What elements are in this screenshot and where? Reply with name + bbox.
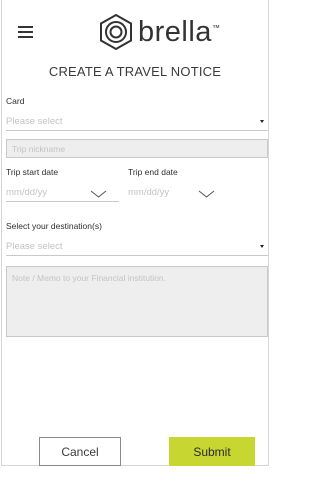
card-select-placeholder: Please select <box>6 116 63 127</box>
trip-nickname-placeholder: Trip nickname <box>12 144 66 154</box>
trip-end-date-label: Trip end date <box>128 167 178 177</box>
destination-dropdown-icon <box>260 245 264 248</box>
app-screen: brella™ CREATE A TRAVEL NOTICE Card Plea… <box>1 0 269 466</box>
trip-start-date-placeholder: mm/dd/yy <box>6 187 48 198</box>
start-date-underline <box>6 201 119 202</box>
end-date-chevron-down-icon <box>198 190 215 198</box>
trip-start-date-label: Trip start date <box>6 167 59 177</box>
destination-select-placeholder: Please select <box>6 241 63 252</box>
destination-select-underline <box>6 255 268 256</box>
start-date-chevron-down-icon <box>90 190 107 198</box>
card-select-underline <box>6 130 268 131</box>
top-bar: brella™ <box>2 0 268 58</box>
trip-nickname-input[interactable]: Trip nickname <box>6 139 268 158</box>
submit-button[interactable]: Submit <box>169 437 255 466</box>
cancel-button[interactable]: Cancel <box>39 437 121 466</box>
destination-label: Select your destination(s) <box>6 221 102 231</box>
logo-text: brella™ <box>138 15 221 48</box>
logo-mark-icon <box>100 13 132 51</box>
card-label: Card <box>6 96 25 106</box>
memo-textarea[interactable]: Note / Memo to your Financial institutio… <box>6 266 268 337</box>
menu-icon[interactable] <box>18 26 33 38</box>
page-title: CREATE A TRAVEL NOTICE <box>48 64 222 79</box>
brella-logo: brella™ <box>97 12 220 52</box>
trip-end-date-placeholder: mm/dd/yy <box>128 187 170 198</box>
memo-placeholder: Note / Memo to your Financial institutio… <box>12 273 167 283</box>
card-dropdown-icon <box>260 120 264 123</box>
